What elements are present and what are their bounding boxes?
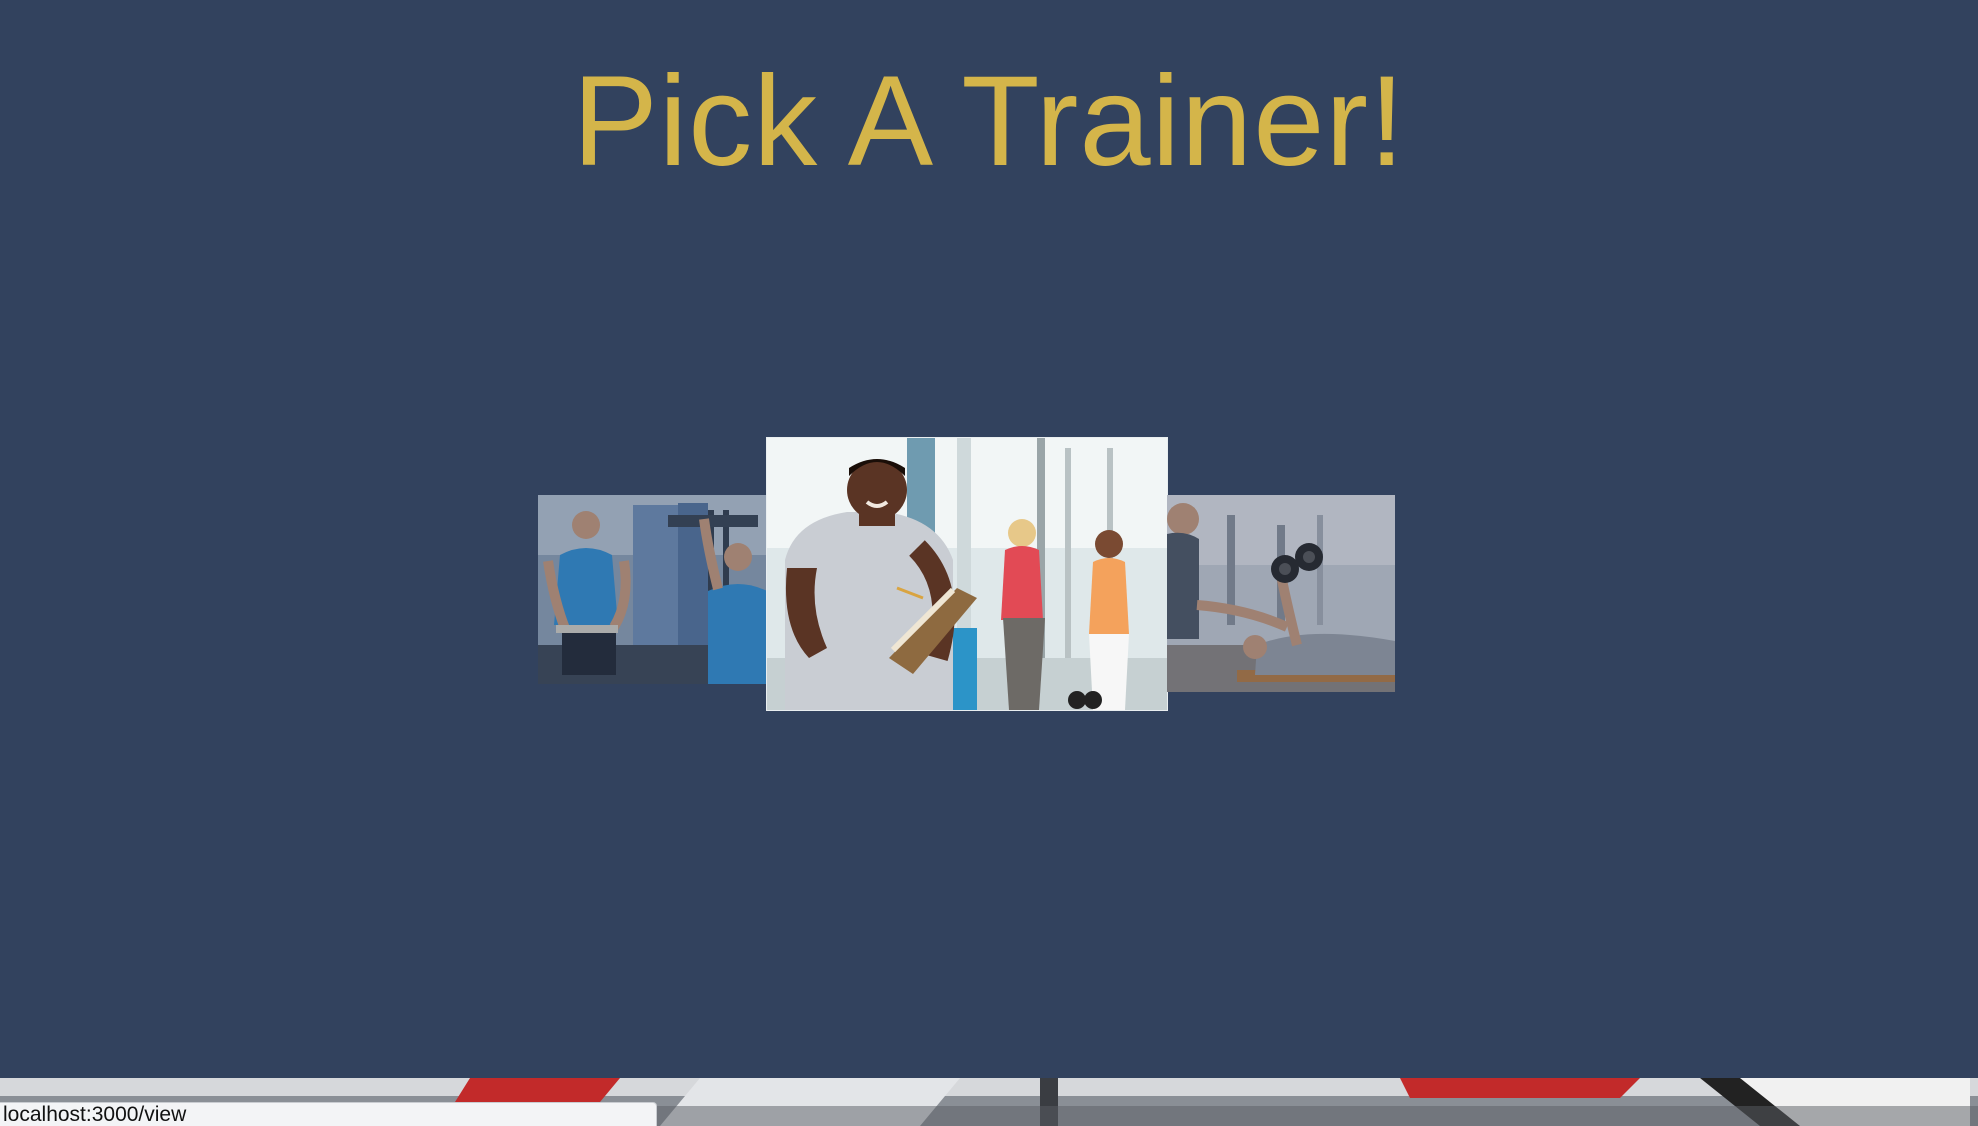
trainer-card-right[interactable] xyxy=(1167,495,1395,692)
trainer-photo-left xyxy=(538,495,767,684)
trainer-card-center[interactable] xyxy=(767,438,1167,710)
trainer-carousel xyxy=(0,0,1978,1126)
status-bar-url: localhost:3000/view xyxy=(0,1102,657,1126)
trainer-photo-center xyxy=(767,438,1167,710)
trainer-photo-right xyxy=(1167,495,1395,692)
trainer-card-left[interactable] xyxy=(538,495,767,684)
